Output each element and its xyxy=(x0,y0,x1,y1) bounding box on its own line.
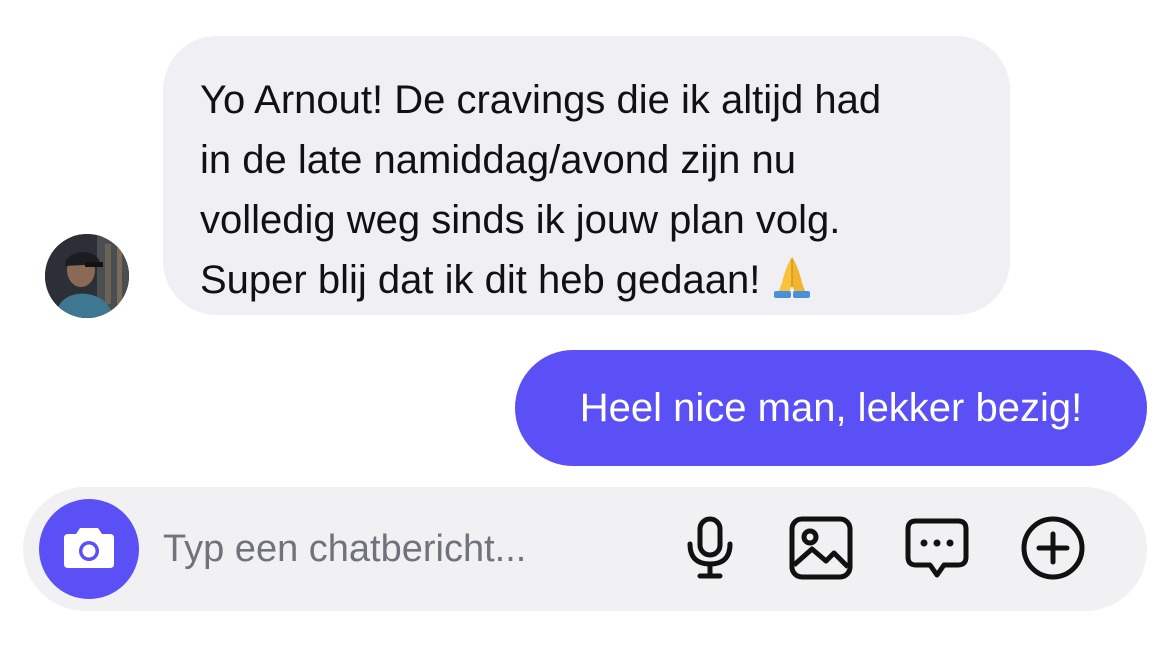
gallery-button[interactable] xyxy=(786,515,856,585)
camera-icon xyxy=(62,524,116,575)
plus-circle-icon xyxy=(1020,515,1086,586)
add-button[interactable] xyxy=(1018,515,1088,585)
message-line-text: Super blij dat ik dit heb gedaan! xyxy=(200,258,761,302)
outgoing-message-text: Heel nice man, lekker bezig! xyxy=(579,385,1083,430)
message-line: volledig weg sinds ik jouw plan volg. xyxy=(200,198,841,242)
incoming-message-bubble[interactable]: Yo Arnout! De cravings die ik altijd had… xyxy=(163,36,1010,315)
message-more-icon xyxy=(904,515,970,586)
message-line-last: Super blij dat ik dit heb gedaan! xyxy=(200,250,970,316)
outgoing-message-bubble[interactable]: Heel nice man, lekker bezig! xyxy=(515,350,1147,466)
more-options-button[interactable] xyxy=(902,515,972,585)
camera-button[interactable] xyxy=(39,499,139,599)
image-icon xyxy=(788,515,854,586)
microphone-button[interactable] xyxy=(675,515,745,585)
microphone-icon xyxy=(684,516,736,585)
message-line: Yo Arnout! De cravings die ik altijd had xyxy=(200,78,882,122)
message-composer xyxy=(23,487,1147,611)
contact-avatar[interactable] xyxy=(45,234,129,318)
folded-hands-emoji xyxy=(766,253,818,316)
chat-message-input[interactable] xyxy=(163,521,633,577)
avatar-photo xyxy=(45,234,129,318)
message-line: in de late namiddag/avond zijn nu xyxy=(200,138,796,182)
